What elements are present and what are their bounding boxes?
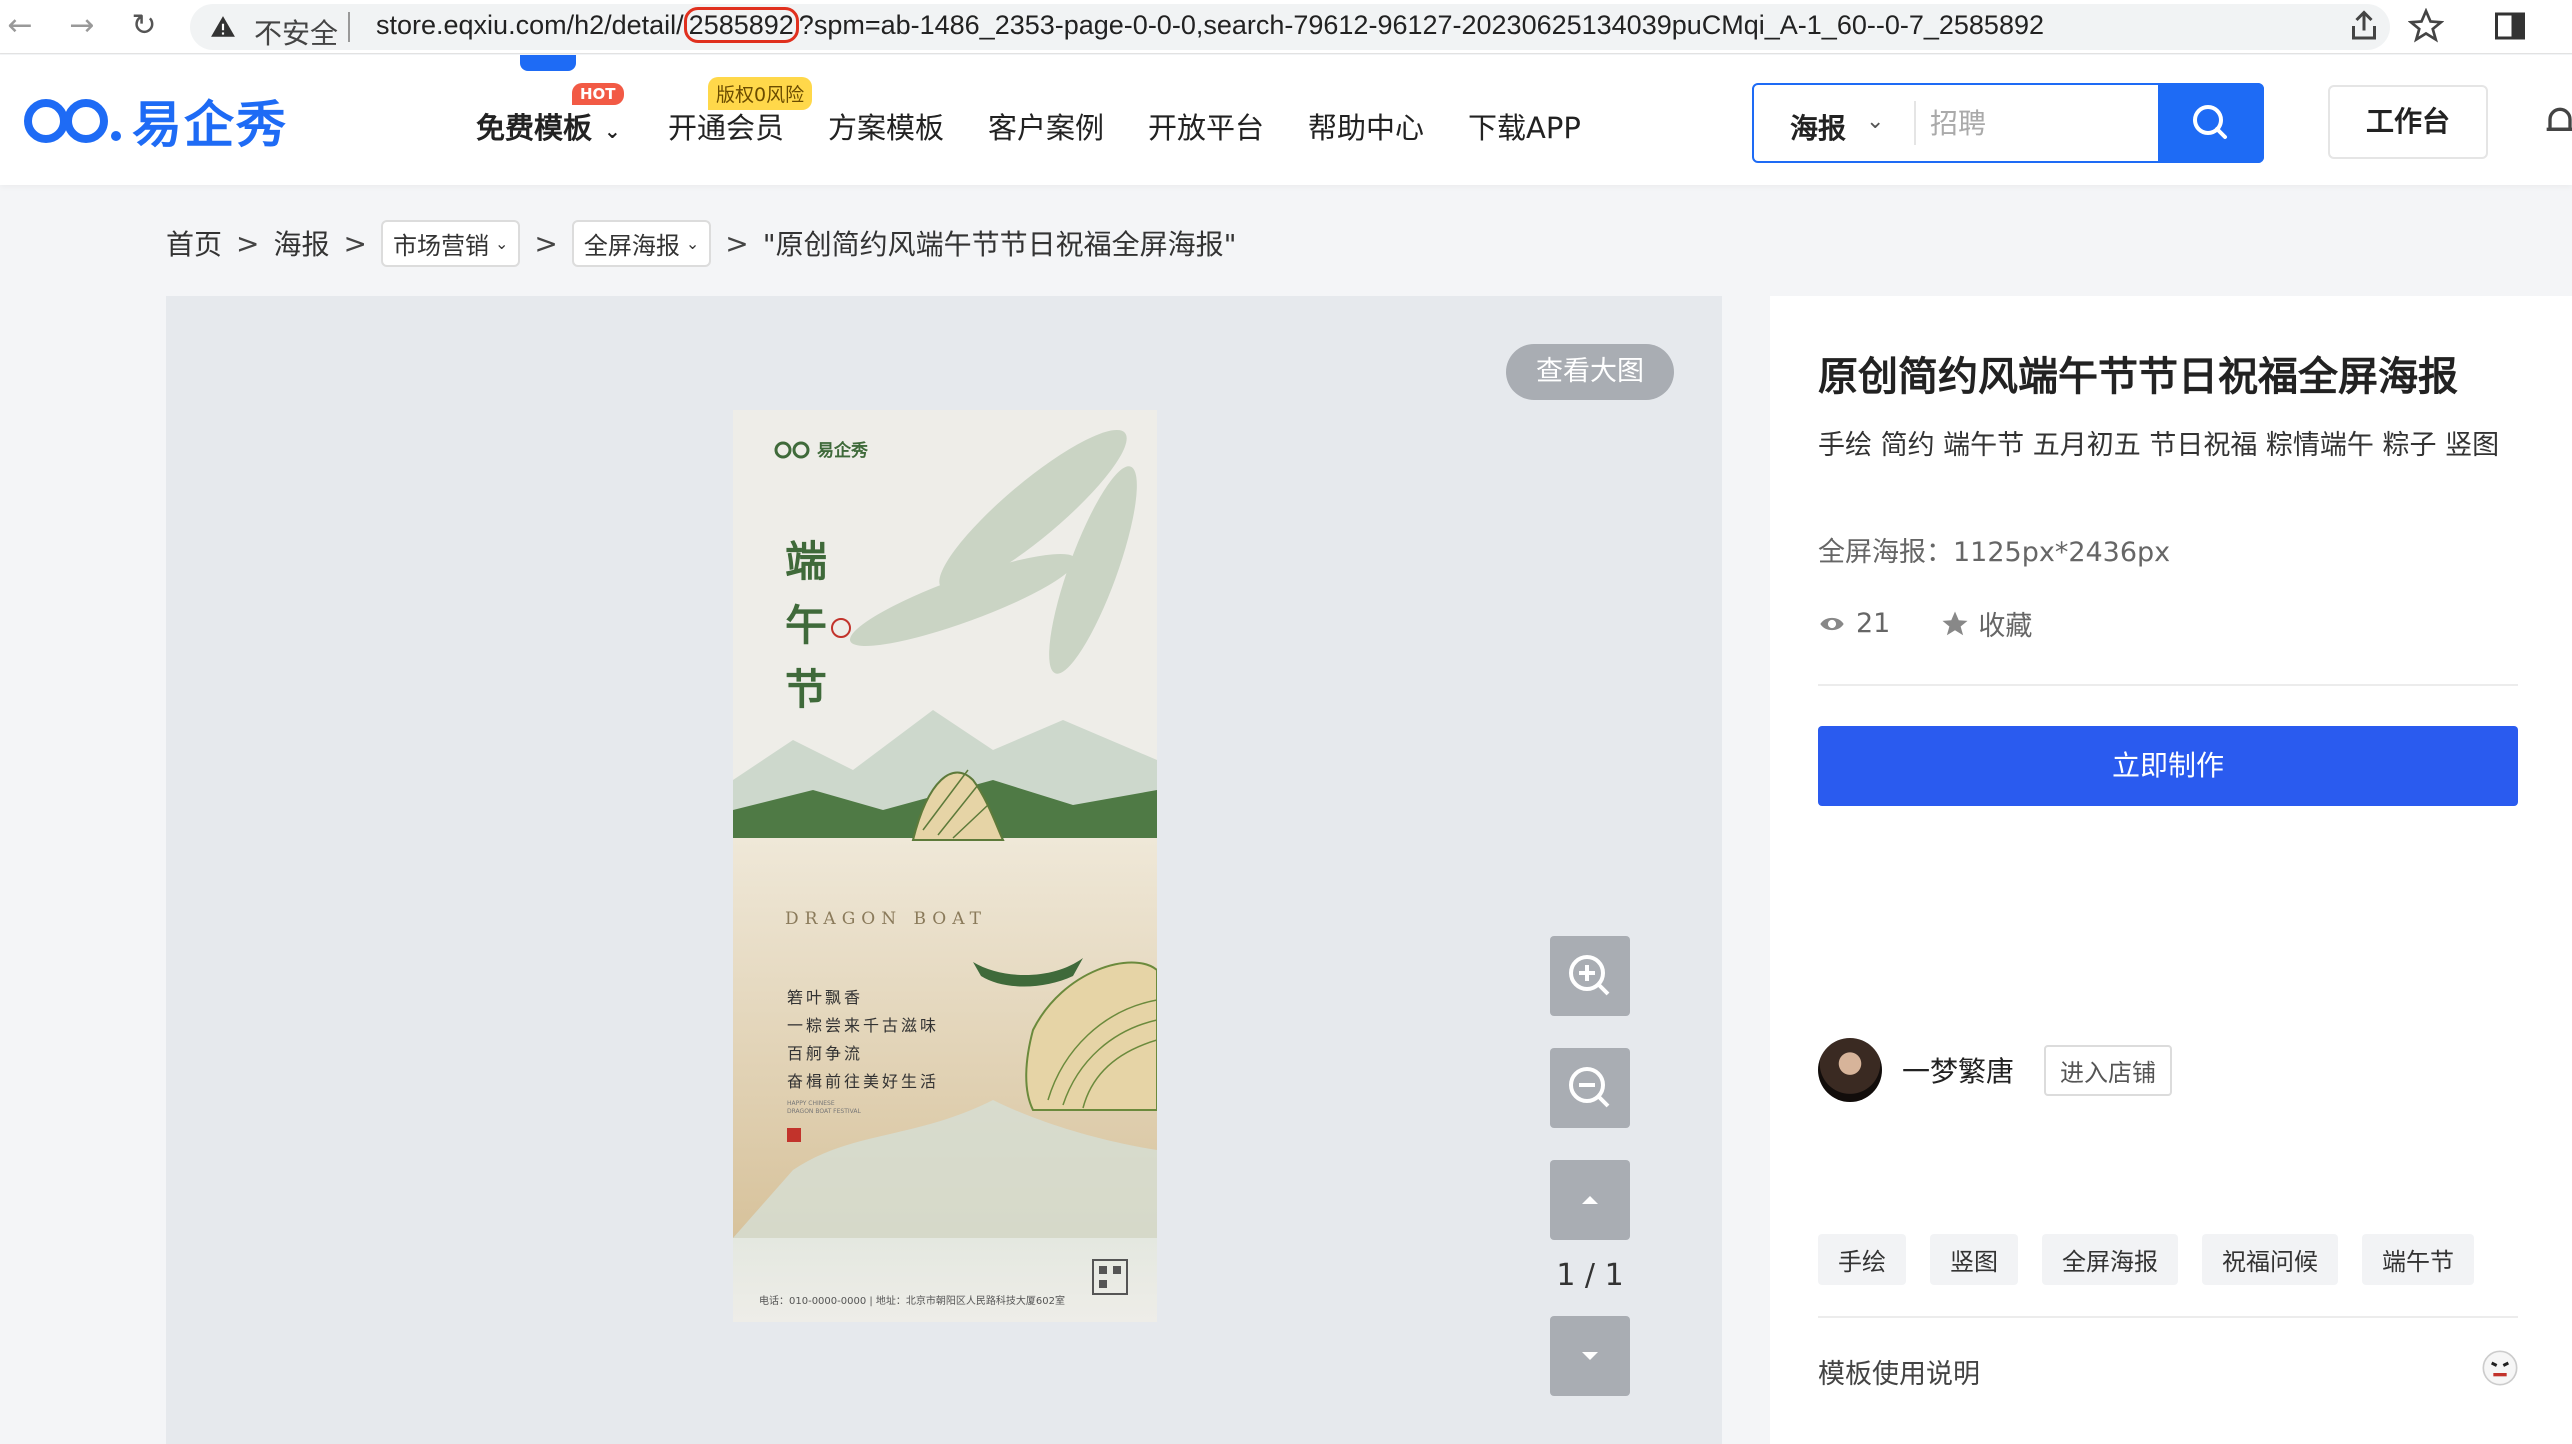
nav-customer-cases[interactable]: 客户案例 [988, 105, 1104, 147]
avatar[interactable] [1818, 1038, 1882, 1102]
make-now-button[interactable]: 立即制作 [1818, 726, 2518, 806]
enter-shop-button[interactable]: 进入店铺 [2044, 1044, 2173, 1096]
url-text[interactable]: store.eqxiu.com/h2/detail/2585892 ?spm=ab… [376, 7, 2044, 43]
chevron-down-icon: ⌄ [494, 233, 509, 253]
hot-badge: HOT [572, 83, 624, 105]
site-logo[interactable]: 易企秀 [20, 91, 288, 154]
poster-footer: 电话：010-0000-0000 | 地址：北京市朝阳区人民路科技大厦602室 [759, 1296, 1066, 1307]
nav-free-templates[interactable]: 免费模板 ⌄ [476, 105, 621, 147]
forward-arrow-icon[interactable]: → [62, 6, 102, 46]
view-count: 21 [1856, 608, 1891, 639]
poster-title: 端 午 节 [785, 537, 828, 714]
zoom-in-icon [1569, 955, 1610, 996]
breadcrumb-separator: > [725, 226, 749, 260]
reload-icon[interactable]: ↻ [124, 6, 164, 46]
search-category[interactable]: 海报 [1790, 107, 1846, 147]
page-indicator: 1 / 1 [1556, 1258, 1624, 1293]
poster-brand: 易企秀 [817, 441, 868, 461]
poster-preview[interactable]: DRAGON BOAT 易企秀 端 午 节 箬叶飘香 一粽尝来千古滋味 百舸争流… [733, 410, 1157, 1322]
poster-english-title: DRAGON BOAT [785, 909, 987, 929]
author-info: 一梦繁唐 进入店铺 [1818, 1038, 2173, 1102]
share-icon[interactable] [2346, 8, 2382, 44]
zoom-out-button[interactable] [1550, 1048, 1630, 1128]
chevron-down-icon: ⌄ [685, 233, 700, 253]
active-nav-indicator [520, 55, 576, 71]
back-arrow-icon[interactable]: ← [0, 6, 40, 46]
address-bar[interactable]: 不安全 store.eqxiu.com/h2/detail/2585892 ?sp… [190, 4, 2390, 50]
template-size: 全屏海报：1125px*2436px [1818, 537, 2171, 568]
tag-item[interactable]: 端午节 [2362, 1234, 2474, 1285]
poster-verse: 箬叶飘香 一粽尝来千古滋味 百舸争流 奋楫前往美好生活 [787, 988, 940, 1091]
breadcrumb-current: "原创简约风端午节节日祝福全屏海报" [762, 228, 1237, 261]
zoom-in-button[interactable] [1550, 936, 1630, 1016]
search-input[interactable] [1930, 99, 2130, 147]
nav-download-app[interactable]: 下载APP [1468, 105, 1581, 147]
breadcrumb-separator: > [236, 226, 260, 260]
breadcrumb-home[interactable]: 首页 [166, 223, 222, 263]
logo-text: 易企秀 [132, 96, 288, 154]
breadcrumb-dropdown-fullscreen[interactable]: 全屏海报 ⌄ [571, 219, 712, 267]
divider [1818, 1316, 2518, 1318]
template-stats: 21 收藏 [1818, 604, 2032, 643]
search-button[interactable] [2158, 83, 2264, 163]
url-separator [348, 12, 350, 42]
grumpy-face-icon[interactable] [2480, 1348, 2520, 1388]
divider [1818, 684, 2518, 686]
template-info-panel: 原创简约风端午节节日祝福全屏海报 手绘 简约 端午节 五月初五 节日祝福 粽情端… [1770, 296, 2572, 1444]
nav-solution-templates[interactable]: 方案模板 [828, 105, 944, 147]
star-icon [1942, 611, 1968, 635]
star-icon[interactable] [2408, 8, 2444, 44]
preview-panel: 查看大图 DRAGON BOAT 易企秀 端 午 节 箬叶飘香 一粽尝来千古滋味… [166, 296, 1722, 1444]
nav-help-center[interactable]: 帮助中心 [1308, 105, 1424, 147]
breadcrumb-dropdown-marketing[interactable]: 市场营销 ⌄ [380, 219, 521, 267]
site-header: 易企秀 免费模板 ⌄ HOT 开通会员 版权0风险 方案模板 客户案例 开放平台 … [0, 55, 2572, 185]
zoom-out-icon [1569, 1067, 1610, 1108]
breadcrumb-poster[interactable]: 海报 [273, 223, 329, 263]
bell-icon[interactable] [2540, 101, 2572, 141]
nav-open-platform[interactable]: 开放平台 [1148, 105, 1264, 147]
warning-icon[interactable] [210, 14, 236, 40]
tag-item[interactable]: 手绘 [1818, 1234, 1906, 1285]
usage-instructions[interactable]: 模板使用说明 [1818, 1352, 1980, 1391]
url-id-highlight: 2585892 [683, 7, 799, 43]
copyright-badge: 版权0风险 [708, 77, 813, 110]
tag-list: 手绘 竖图 全屏海报 祝福问候 端午节 [1818, 1234, 2498, 1285]
chevron-down-icon[interactable]: ⌄ [1866, 109, 1884, 134]
collect-button[interactable]: 收藏 [1940, 604, 2032, 643]
breadcrumb: 首页 > 海报 > 市场营销 ⌄ > 全屏海报 ⌄ > "原创简约风端午节节日祝福全… [166, 218, 1236, 268]
view-large-button[interactable]: 查看大图 [1506, 344, 1674, 400]
side-panel-icon[interactable] [2492, 8, 2528, 44]
triangle-up-icon [1582, 1196, 1598, 1204]
workbench-button[interactable]: 工作台 [2328, 85, 2488, 159]
page-down-button[interactable] [1550, 1316, 1630, 1396]
nav-membership[interactable]: 开通会员 [668, 105, 784, 147]
search-divider [1914, 101, 1916, 145]
eye-icon [1820, 617, 1844, 630]
breadcrumb-separator: > [534, 226, 558, 260]
insecure-label[interactable]: 不安全 [254, 12, 338, 52]
page-up-button[interactable] [1550, 1160, 1630, 1240]
template-keywords: 手绘 简约 端午节 五月初五 节日祝福 粽情端午 粽子 竖图 [1818, 430, 2500, 461]
tag-item[interactable]: 竖图 [1930, 1234, 2018, 1285]
tag-item[interactable]: 祝福问候 [2202, 1234, 2338, 1285]
triangle-down-icon [1582, 1352, 1598, 1360]
poster-small-english: HAPPY CHINESE DRAGON BOAT FESTIVAL [787, 1100, 861, 1115]
author-name[interactable]: 一梦繁唐 [1902, 1050, 2014, 1090]
tag-item[interactable]: 全屏海报 [2042, 1234, 2178, 1285]
logo-icon [24, 99, 121, 143]
breadcrumb-separator: > [343, 226, 367, 260]
browser-toolbar: ← → ↻ 不安全 store.eqxiu.com/h2/detail/2585… [0, 0, 2572, 54]
search-icon [2193, 105, 2227, 139]
template-title: 原创简约风端午节节日祝福全屏海报 [1818, 354, 2458, 400]
